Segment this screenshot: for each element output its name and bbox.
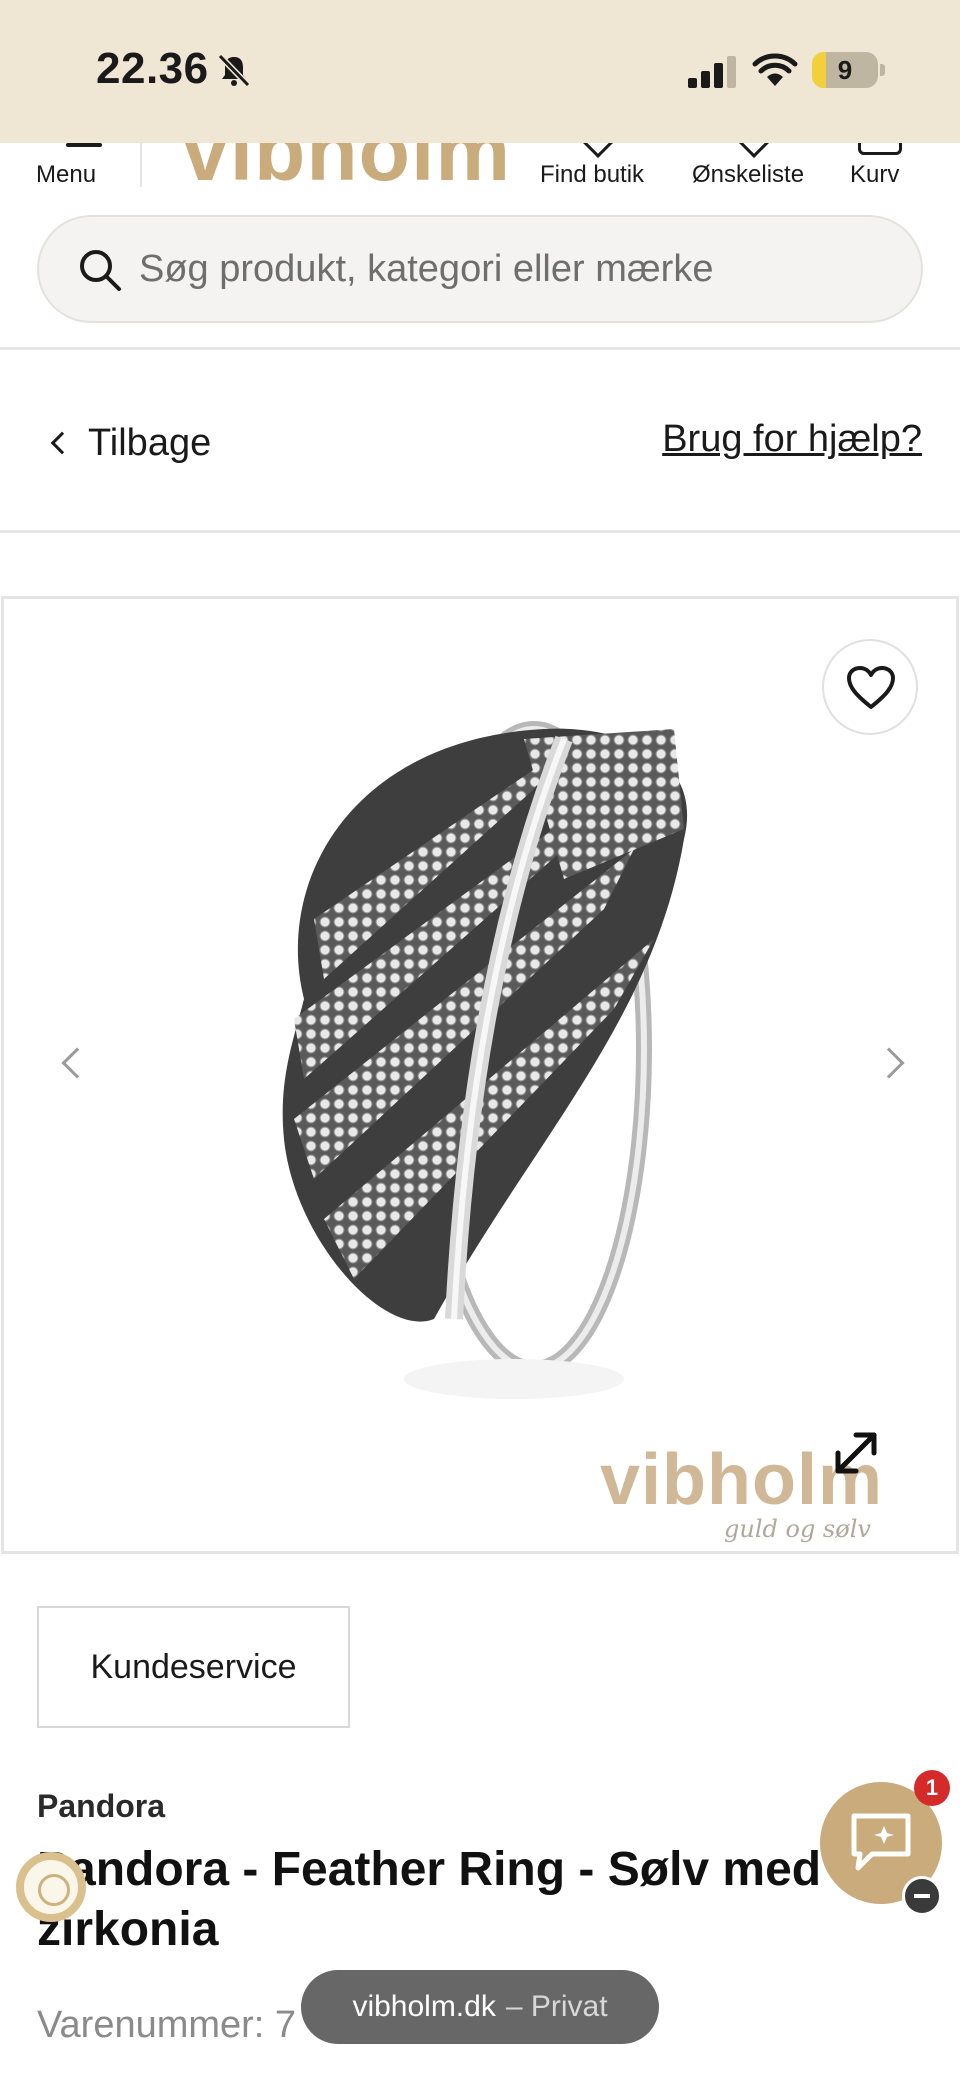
heart-outline-icon <box>847 666 895 709</box>
chat-bubble-icon <box>851 1813 911 1871</box>
status-time: 22.36 <box>96 44 209 93</box>
heart-icon <box>737 143 771 158</box>
menu-button[interactable]: Menu <box>28 143 140 197</box>
site-logo[interactable]: vibholm <box>182 143 511 197</box>
wifi-icon <box>752 53 798 86</box>
search-icon <box>80 250 121 291</box>
wishlist-button[interactable]: Ønskeliste <box>692 143 818 197</box>
browser-mode: – Privat <box>505 1990 608 2023</box>
bell-muted-icon <box>217 53 251 88</box>
battery-tip <box>880 64 885 76</box>
product-brand[interactable]: Pandora <box>37 1788 165 1825</box>
battery-icon: 9 <box>812 52 878 88</box>
product-sku: Varenummer: 7 <box>37 2004 297 2046</box>
chevron-left-icon <box>50 431 74 455</box>
add-to-wishlist-button[interactable] <box>822 639 918 735</box>
watermark-tagline: guld og sølv <box>724 1515 871 1543</box>
back-link[interactable]: Tilbage <box>44 418 211 468</box>
expand-icon[interactable] <box>830 1427 882 1479</box>
menu-label: Menu <box>36 161 97 188</box>
rewards-icon[interactable] <box>16 1852 86 1922</box>
minimize-chat-button[interactable] <box>902 1876 942 1916</box>
customer-service-button[interactable]: Kundeservice <box>37 1606 350 1728</box>
header-divider <box>140 143 142 187</box>
search-input[interactable] <box>139 217 899 321</box>
find-store-label: Find butik <box>540 161 645 188</box>
site-header: Menu vibholm Find butik Ønskeliste Kurv <box>0 143 960 197</box>
notification-badge: 1 <box>914 1770 950 1806</box>
find-store-button[interactable]: Find butik <box>540 143 660 197</box>
status-bar: 22.36 9 <box>0 0 960 143</box>
divider <box>0 530 960 533</box>
chevron-left-icon[interactable] <box>61 1047 93 1079</box>
hamburger-icon <box>66 143 102 147</box>
product-title: Pandora - Feather Ring - Sølv med zirkon… <box>37 1843 822 1956</box>
browser-domain: vibholm.dk <box>352 1990 496 2023</box>
wishlist-label: Ønskeliste <box>692 161 805 188</box>
location-pin-icon <box>581 143 615 158</box>
divider <box>0 347 960 350</box>
product-gallery[interactable]: vibholm guld og sølv <box>1 596 959 1554</box>
product-image <box>282 721 688 1399</box>
search-bar[interactable] <box>37 215 923 323</box>
back-label: Tilbage <box>88 421 212 464</box>
browser-address-pill[interactable]: vibholm.dk – Privat <box>301 1970 659 2044</box>
cart-label: Kurv <box>850 161 900 188</box>
cellular-signal-icon <box>688 56 736 88</box>
battery-level: 9 <box>837 55 853 85</box>
help-link[interactable]: Brug for hjælp? <box>662 418 922 461</box>
chevron-right-icon[interactable] <box>873 1047 905 1079</box>
cart-button[interactable]: Kurv <box>850 143 930 197</box>
bag-icon <box>858 143 902 155</box>
